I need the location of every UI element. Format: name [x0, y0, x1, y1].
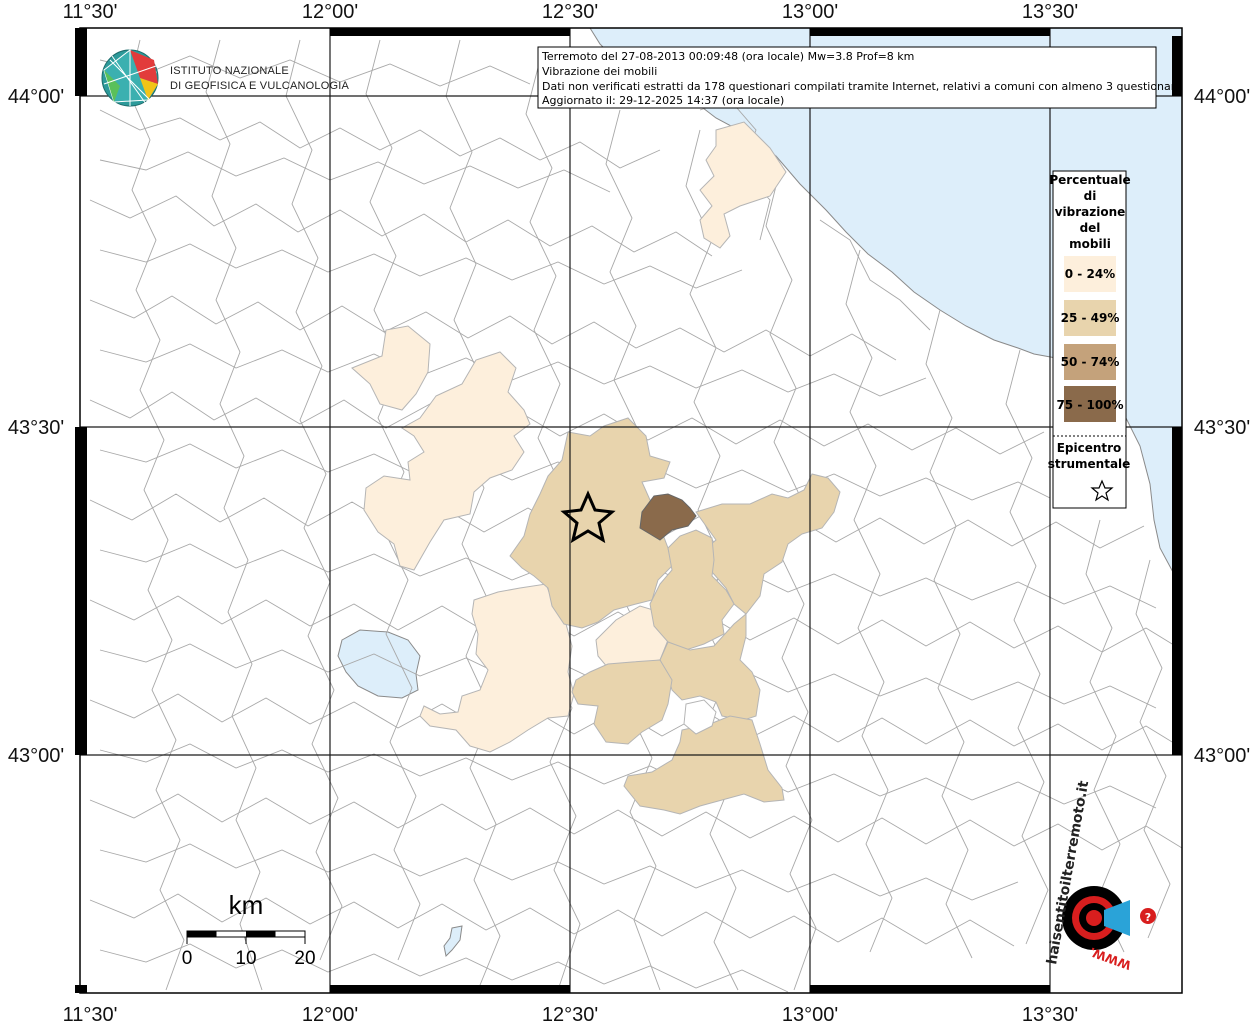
scale-unit: km [229, 890, 264, 920]
axis-bottom-label: 13°30' [1022, 1004, 1078, 1024]
axis-top-labels: 11°30' 12°00' 12°30' 13°00' 13°30' [63, 1, 1079, 23]
axis-left-label: 43°00' [8, 745, 64, 767]
axis-bottom-label: 11°30' [63, 1004, 118, 1024]
logo-line-1: ISTITUTO NAZIONALE [170, 65, 289, 77]
legend: Percentuale di vibrazione del mobili 0 -… [1048, 170, 1131, 509]
event-line: Terremoto del 27-08-2013 00:09:48 (ora l… [541, 50, 914, 63]
axis-top-label: 12°30' [542, 1, 598, 23]
axis-right-label: 43°00' [1194, 745, 1250, 767]
axis-top-label: 12°00' [302, 1, 358, 23]
axis-left-label: 43°30' [8, 417, 64, 439]
intensity-map: 11°30' 12°00' 12°30' 13°00' 13°30' 11°30… [8, 1, 1250, 1024]
question-mark-icon: ? [1145, 911, 1151, 924]
axis-right-labels: 44°00' 43°30' 43°00' [1194, 86, 1250, 767]
legend-label: 0 - 24% [1065, 267, 1115, 281]
axis-top-label: 13°30' [1022, 1, 1078, 23]
scale-tick: 20 [294, 948, 315, 969]
legend-title-line: Percentuale [1049, 173, 1130, 187]
legend-label: 25 - 49% [1061, 311, 1120, 325]
updated-line: Aggiornato il: 29-12-2025 14:37 (ora loc… [542, 94, 784, 107]
legend-epicenter-line: strumentale [1048, 457, 1131, 471]
legend-title-line: vibrazione [1055, 205, 1126, 219]
legend-label: 50 - 74% [1061, 355, 1120, 369]
data-note-line: Dati non verificati estratti da 178 ques… [542, 80, 1182, 93]
legend-title-line: del [1080, 221, 1101, 235]
axis-bottom-labels: 11°30' 12°00' 12°30' 13°00' 13°30' [63, 1004, 1079, 1024]
axis-top-label: 13°00' [782, 1, 838, 23]
axis-bottom-label: 13°00' [782, 1004, 838, 1024]
axis-left-label: 44°00' [8, 86, 64, 108]
parameter-line: Vibrazione dei mobili [542, 65, 657, 78]
scale-tick: 10 [235, 948, 256, 969]
scale-tick: 0 [182, 948, 193, 969]
legend-epicenter-line: Epicentro [1057, 441, 1122, 455]
axis-right-label: 44°00' [1194, 86, 1250, 108]
axis-top-label: 11°30' [63, 1, 118, 23]
axis-right-label: 43°30' [1194, 417, 1250, 439]
logo-line-2: DI GEOFISICA E VULCANOLOGIA [170, 80, 349, 92]
info-box: Terremoto del 27-08-2013 00:09:48 (ora l… [537, 46, 1182, 109]
legend-label: 75 - 100% [1056, 398, 1123, 412]
axis-bottom-label: 12°30' [542, 1004, 598, 1024]
axis-left-labels: 44°00' 43°30' 43°00' [8, 86, 64, 767]
legend-title-line: di [1084, 189, 1097, 203]
axis-bottom-label: 12°00' [302, 1004, 358, 1024]
legend-title-line: mobili [1069, 237, 1111, 251]
ingv-globe-icon [101, 49, 159, 107]
